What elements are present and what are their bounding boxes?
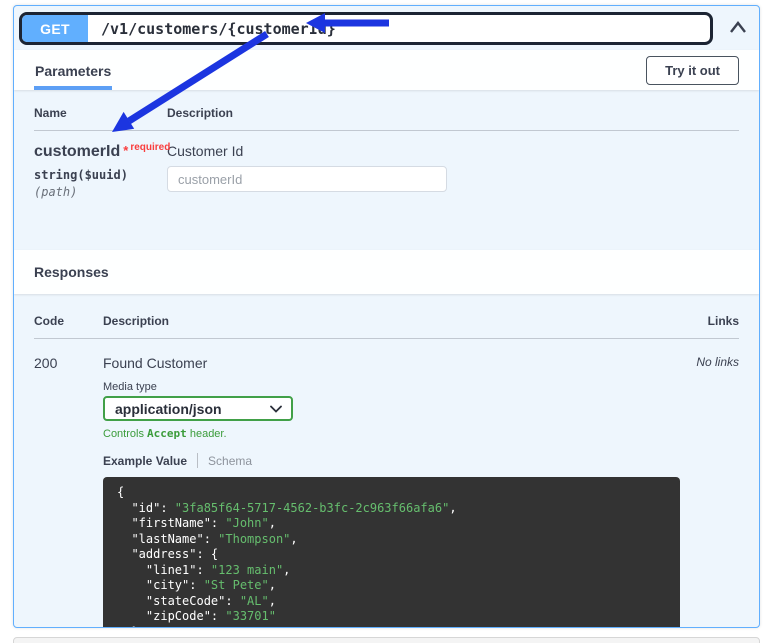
chevron-up-icon	[729, 20, 747, 37]
tab-divider	[197, 453, 198, 468]
operation-summary-bar[interactable]: GET /v1/customers/{customerId}	[19, 12, 713, 45]
parameter-type: string($uuid)	[34, 168, 167, 182]
column-header-description: Description	[167, 106, 739, 120]
chevron-down-icon	[270, 400, 282, 418]
operation-block-get: GET /v1/customers/{customerId} Parameter…	[13, 5, 760, 628]
response-code: 200	[34, 355, 103, 628]
response-row-200: 200 Found Customer Media type applicatio…	[34, 355, 739, 628]
column-header-code: Code	[34, 314, 103, 328]
response-description: Found Customer	[103, 355, 677, 371]
responses-header: Responses	[14, 250, 759, 294]
accept-header-hint: Controls Accept header.	[103, 427, 677, 440]
media-type-selected: application/json	[115, 401, 222, 417]
hint-accept: Accept	[147, 427, 187, 440]
parameter-name-cell: customerId*required string($uuid) (path)	[34, 143, 167, 199]
parameter-location: (path)	[34, 185, 167, 199]
parameter-name: customerId*required	[34, 143, 167, 161]
parameters-header: Parameters Try it out	[14, 50, 759, 90]
collapse-button[interactable]	[727, 18, 749, 39]
parameter-row: customerId*required string($uuid) (path)…	[34, 143, 739, 199]
swagger-page: GET /v1/customers/{customerId} Parameter…	[0, 0, 773, 643]
parameters-table-head: Name Description	[34, 106, 739, 131]
response-body: Found Customer Media type application/js…	[103, 355, 677, 628]
tab-parameters[interactable]: Parameters	[34, 55, 112, 90]
tab-example-value[interactable]: Example Value	[103, 454, 187, 468]
parameter-description-cell: Customer Id	[167, 143, 739, 199]
responses-table-head: Code Description Links	[34, 314, 739, 339]
column-header-links: Links	[677, 314, 739, 328]
column-header-name: Name	[34, 106, 167, 120]
parameter-description: Customer Id	[167, 143, 739, 159]
operation-summary: GET /v1/customers/{customerId}	[14, 6, 759, 45]
media-type-select[interactable]: application/json	[103, 396, 293, 421]
required-star: *	[123, 143, 128, 158]
media-type-label: Media type	[103, 381, 677, 393]
parameters-title: Parameters	[35, 63, 111, 79]
http-method-badge: GET	[22, 15, 88, 42]
responses-table: Code Description Links 200 Found Custome…	[14, 294, 759, 628]
parameter-value-input[interactable]	[167, 166, 447, 192]
parameter-name-text: customerId	[34, 143, 120, 160]
hint-suffix: header.	[187, 428, 227, 440]
tab-schema[interactable]: Schema	[208, 454, 252, 468]
example-json[interactable]: { "id": "3fa85f64-5717-4562-b3fc-2c963f6…	[103, 477, 680, 628]
response-links: No links	[677, 355, 739, 628]
next-operation-block[interactable]	[13, 637, 760, 643]
parameters-table: Name Description customerId*required str…	[14, 90, 759, 245]
required-label: required	[130, 142, 170, 153]
responses-title: Responses	[34, 264, 109, 280]
try-it-out-button[interactable]: Try it out	[646, 56, 739, 85]
hint-prefix: Controls	[103, 428, 147, 440]
column-header-response-description: Description	[103, 314, 677, 328]
model-example-tabs: Example Value Schema	[103, 453, 677, 468]
endpoint-path: /v1/customers/{customerId}	[88, 15, 336, 42]
